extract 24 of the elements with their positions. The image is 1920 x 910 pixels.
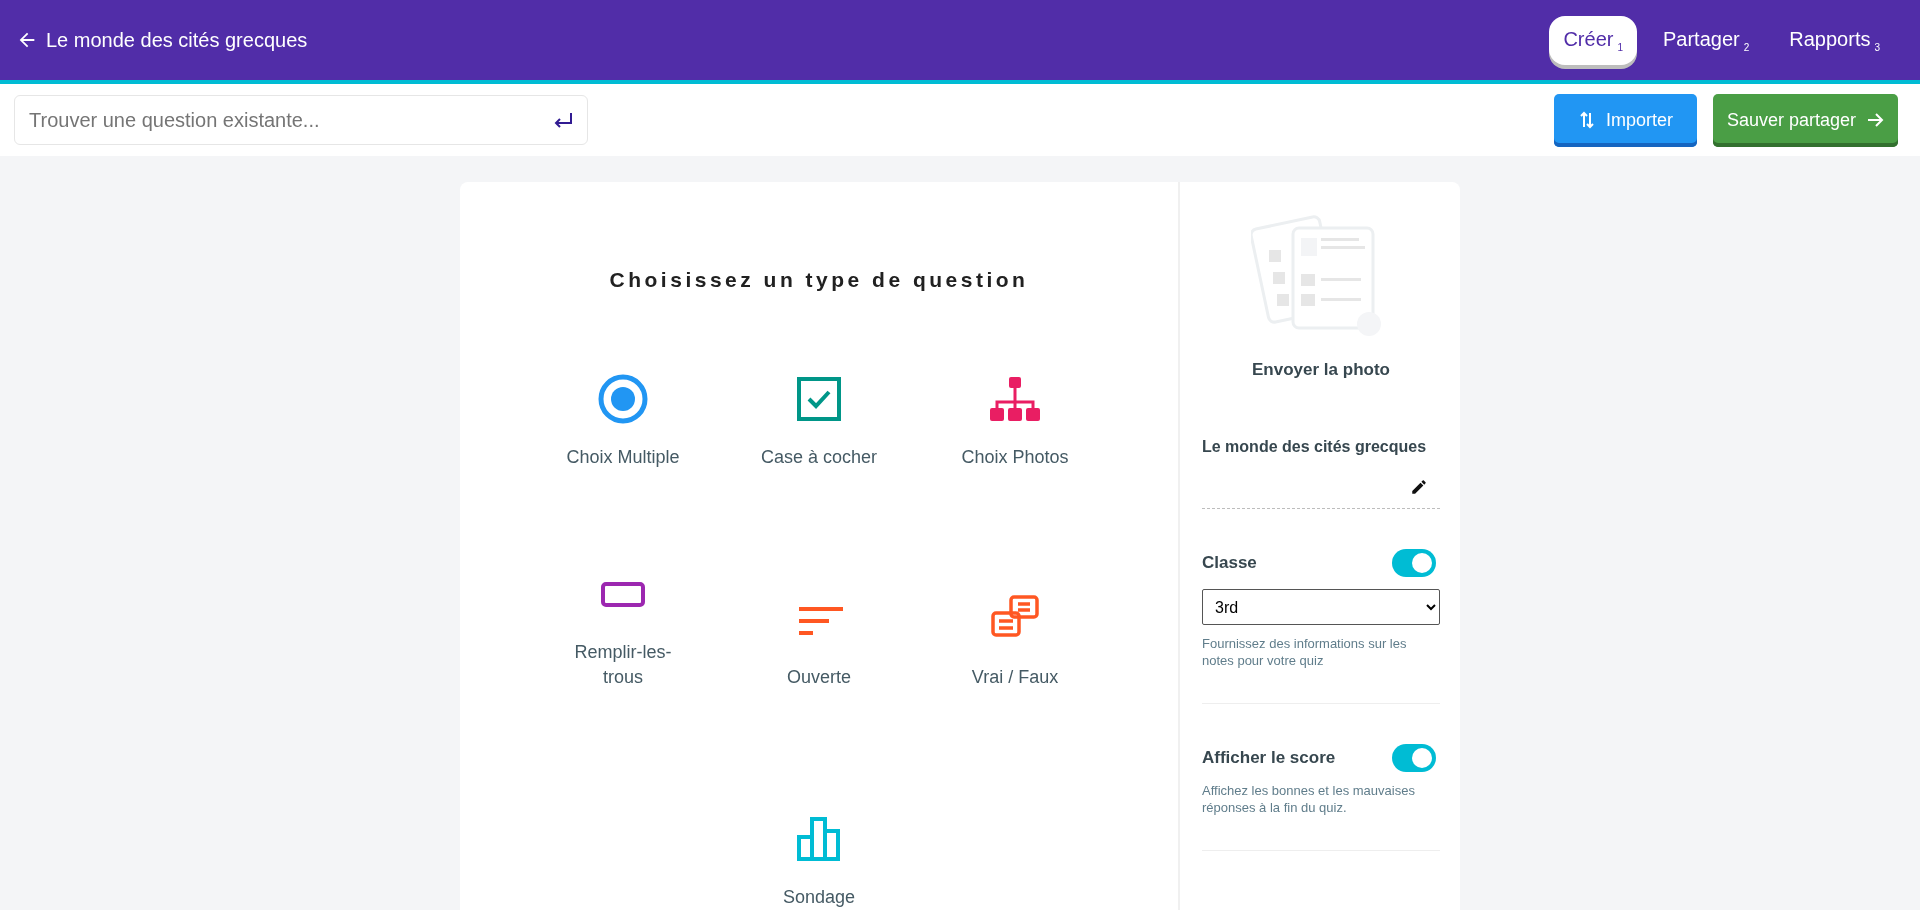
- toggle-switch[interactable]: [1392, 744, 1436, 772]
- setting-label: Afficher le score: [1202, 748, 1336, 768]
- question-type-label[interactable]: Choix Photos: [961, 445, 1069, 470]
- nav-tab[interactable]: Partager $_{2}$: [1649, 15, 1764, 65]
- grade-select[interactable]: 3rd: [1202, 589, 1440, 625]
- search-field[interactable]: Trouver une question existante...: [14, 95, 588, 145]
- toggle-switch[interactable]: [1392, 549, 1436, 577]
- arrow-right-icon: [1866, 111, 1884, 129]
- help-text: Fournissez des informations sur les notes pour votre quiz: [1202, 635, 1408, 669]
- enter-icon[interactable]: [552, 111, 574, 129]
- upload-photo-label[interactable]: Envoyer la photo: [1202, 360, 1440, 380]
- quiz-title: Le monde des cités grecques: [46, 28, 308, 52]
- question-type-label[interactable]: Choix Multiple: [566, 445, 680, 470]
- question-type-label[interactable]: Remplir-les-trous: [564, 640, 682, 690]
- setting-label: Classe: [1202, 553, 1257, 573]
- pencil-icon[interactable]: [1410, 478, 1428, 496]
- quiz-name: Le monde des cités grecques: [1202, 438, 1428, 456]
- nav-tab[interactable]: Rapports $_{3}$: [1775, 15, 1894, 65]
- help-text: Affichez les bonnes et les mauvaises réponses à la fin du quiz.: [1202, 782, 1416, 816]
- question-type-label[interactable]: Ouverte: [787, 665, 851, 690]
- question-type-label[interactable]: Case à cocher: [760, 445, 878, 470]
- question-type-label[interactable]: Sondage: [782, 885, 856, 910]
- question-type-label[interactable]: Vrai / Faux: [971, 665, 1059, 690]
- section-heading: Choisissez un type de question: [608, 268, 1030, 292]
